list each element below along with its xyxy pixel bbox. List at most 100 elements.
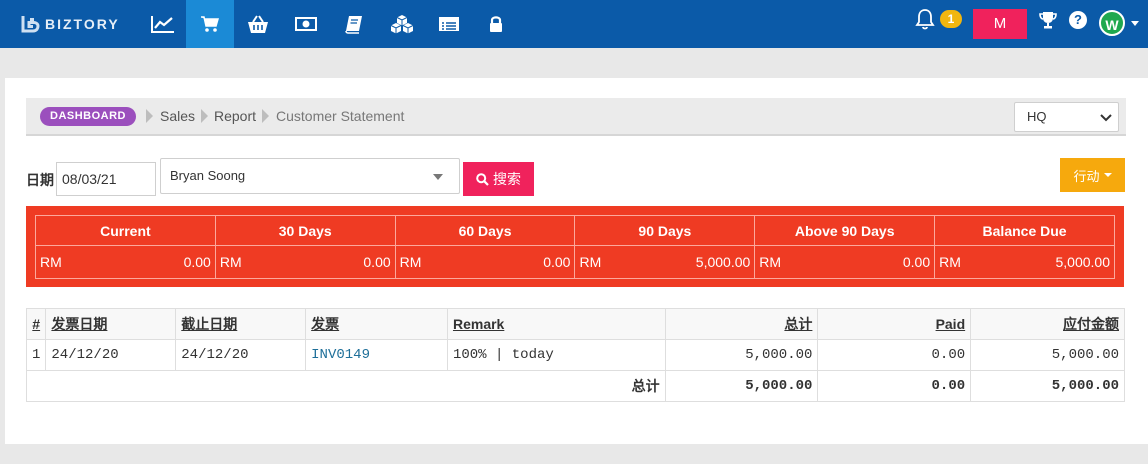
footer-amount-due: 5,000.00	[970, 370, 1125, 402]
action-button-label: 行动	[1073, 168, 1100, 184]
row-total: 5,000.00	[664, 339, 819, 371]
nav-purchases[interactable]	[234, 0, 282, 48]
action-button[interactable]: 行动	[1060, 158, 1125, 192]
table-row: 1 24/12/20 24/12/20 INV0149 100% | today…	[25, 339, 1125, 371]
nav-security[interactable]	[472, 0, 520, 48]
table-header-row: # 发票日期 截止日期 发票 Remark 总计 Paid 应付金额	[25, 308, 1125, 340]
notifications-button[interactable]	[915, 8, 941, 38]
aging-cell-above-90: RM 0.00	[754, 245, 936, 279]
column-header-amount-due[interactable]: 应付金额	[970, 308, 1125, 340]
currency-label: RM	[579, 254, 602, 270]
search-button-label: 搜索	[493, 171, 521, 187]
aging-cell-balance-due: RM 5,000.00	[934, 245, 1115, 279]
aging-value-60: 0.00	[543, 254, 571, 270]
column-header-total[interactable]: 总计	[664, 308, 819, 340]
aging-value-balance-due: 5,000.00	[1055, 254, 1111, 270]
chevron-down-icon	[1100, 114, 1112, 122]
list-icon	[439, 17, 459, 31]
aging-header-above-90: Above 90 Days	[754, 215, 936, 246]
aging-header-90: 90 Days	[574, 215, 756, 246]
footer-total: 5,000.00	[664, 370, 819, 402]
column-header-remark[interactable]: Remark	[446, 308, 666, 340]
caret-down-icon	[1103, 173, 1112, 177]
aging-value-above-90: 0.00	[902, 254, 931, 270]
breadcrumb-dashboard[interactable]: DASHBOARD	[40, 107, 136, 126]
customer-selected-value: Bryan Soong	[170, 168, 246, 183]
branch-selected-value: HQ	[1027, 109, 1047, 124]
breadcrumb-report[interactable]: Report	[214, 108, 256, 124]
brand-logo[interactable]: BIZTORY	[20, 12, 120, 36]
row-due-date: 24/12/20	[175, 339, 307, 371]
nav-analytics[interactable]	[139, 0, 187, 48]
nav-sales[interactable]	[186, 0, 234, 48]
nav-accounting[interactable]	[330, 0, 378, 48]
nav-inventory[interactable]	[378, 0, 426, 48]
aging-cell-30: RM 0.00	[214, 245, 396, 279]
help-icon[interactable]: ?	[1069, 11, 1087, 29]
footer-paid: 0.00	[817, 370, 972, 402]
aging-value-current: 0.00	[183, 254, 211, 270]
currency-label: RM	[40, 254, 62, 270]
column-header-invoice[interactable]: 发票	[305, 308, 448, 340]
aging-table: Current 30 Days 60 Days 90 Days Above 90…	[35, 215, 1115, 279]
breadcrumb-separator-icon	[146, 109, 153, 123]
branch-select[interactable]: HQ	[1014, 102, 1119, 132]
invoice-table: # 发票日期 截止日期 发票 Remark 总计 Paid 应付金额 1 24/…	[25, 308, 1125, 402]
basket-icon	[248, 15, 268, 33]
table-footer-row: 总计 5,000.00 0.00 5,000.00	[26, 370, 1125, 402]
row-invoice-cell: INV0149	[305, 339, 448, 371]
breadcrumb: DASHBOARD Sales Report Customer Statemen…	[26, 98, 1126, 136]
row-invoice-date: 24/12/20	[45, 339, 177, 371]
brand-name: BIZTORY	[45, 16, 120, 32]
shopping-cart-icon	[201, 16, 219, 32]
trophy-icon	[1039, 12, 1057, 29]
aging-header-60: 60 Days	[394, 215, 576, 246]
nav-finance[interactable]	[282, 0, 330, 48]
user-avatar[interactable]: W	[1099, 10, 1125, 36]
breadcrumb-sales[interactable]: Sales	[160, 108, 195, 124]
currency-label: RM	[399, 254, 422, 270]
date-field[interactable]: 08/03/21	[56, 162, 156, 196]
row-remark: 100% | today	[446, 339, 666, 371]
biztory-logo-icon	[21, 16, 40, 33]
aging-value-30: 0.00	[363, 254, 391, 270]
column-header-due-date[interactable]: 截止日期	[175, 308, 307, 340]
lock-icon	[490, 16, 502, 32]
date-label: 日期	[26, 172, 54, 188]
aging-value-90: 5,000.00	[695, 254, 751, 270]
money-icon	[295, 17, 317, 31]
column-header-paid[interactable]: Paid	[817, 308, 972, 340]
customer-select[interactable]: Bryan Soong	[160, 158, 460, 194]
aging-header-30: 30 Days	[214, 215, 396, 246]
search-icon	[476, 172, 489, 186]
footer-total-label: 总计	[26, 370, 666, 402]
aging-header-balance-due: Balance Due	[934, 215, 1115, 246]
user-menu-caret-icon[interactable]	[1131, 21, 1139, 26]
chart-line-icon	[151, 16, 174, 33]
achievements-button[interactable]	[1038, 10, 1058, 33]
aging-cell-60: RM 0.00	[394, 245, 576, 279]
notification-count-badge: 1	[940, 10, 962, 28]
search-button[interactable]: 搜索	[463, 162, 534, 196]
column-header-number[interactable]: #	[25, 308, 47, 340]
book-icon	[345, 16, 362, 34]
dropdown-caret-icon	[433, 174, 443, 180]
currency-label: RM	[219, 254, 242, 270]
invoice-link[interactable]: INV0149	[311, 347, 370, 363]
bell-icon	[915, 9, 935, 30]
nav-reports[interactable]	[425, 0, 473, 48]
m-button[interactable]: M	[973, 9, 1027, 39]
currency-label: RM	[759, 254, 782, 270]
aging-header-row: Current 30 Days 60 Days 90 Days Above 90…	[35, 215, 1115, 246]
aging-cell-current: RM 0.00	[35, 245, 216, 279]
row-number: 1	[25, 339, 47, 371]
breadcrumb-customer-statement: Customer Statement	[276, 108, 405, 124]
row-paid: 0.00	[817, 339, 972, 371]
column-header-invoice-date[interactable]: 发票日期	[45, 308, 177, 340]
aging-cell-90: RM 5,000.00	[574, 245, 756, 279]
aging-summary: Current 30 Days 60 Days 90 Days Above 90…	[26, 206, 1124, 287]
breadcrumb-separator-icon	[262, 109, 269, 123]
aging-value-row: RM 0.00 RM 0.00 RM 0.00 RM 5,000.00 RM 0.00 R…	[35, 245, 1115, 279]
aging-header-current: Current	[35, 215, 216, 246]
row-amount-due: 5,000.00	[970, 339, 1125, 371]
